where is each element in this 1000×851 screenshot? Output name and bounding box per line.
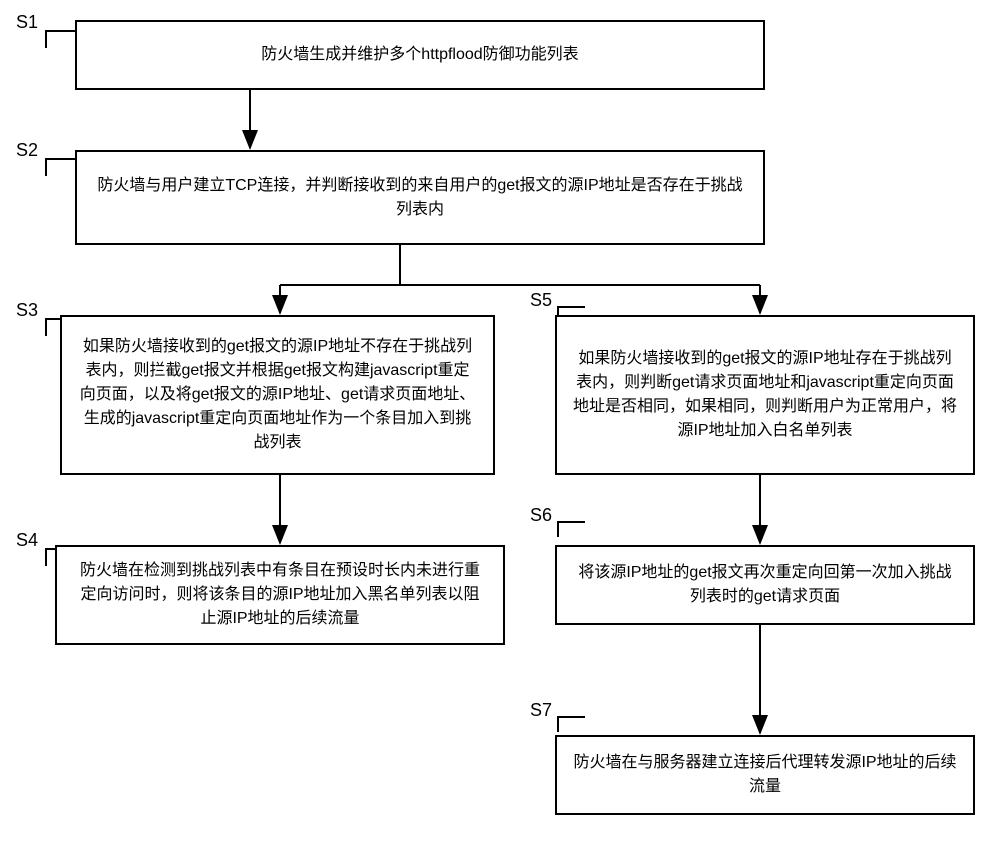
- step-text: 如果防火墙接收到的get报文的源IP地址不存在于挑战列表内，则拦截get报文并根…: [78, 335, 477, 455]
- step-text: 防火墙在与服务器建立连接后代理转发源IP地址的后续流量: [573, 751, 957, 799]
- step-box-s7: 防火墙在与服务器建立连接后代理转发源IP地址的后续流量: [555, 735, 975, 815]
- lead-line: [45, 158, 75, 176]
- step-box-s5: 如果防火墙接收到的get报文的源IP地址存在于挑战列表内，则判断get请求页面地…: [555, 315, 975, 475]
- step-label-s6: S6: [530, 505, 552, 526]
- step-label-s1: S1: [16, 12, 38, 33]
- lead-line: [557, 716, 585, 732]
- step-label-s4: S4: [16, 530, 38, 551]
- lead-line: [557, 521, 585, 537]
- step-label-s5: S5: [530, 290, 552, 311]
- step-box-s3: 如果防火墙接收到的get报文的源IP地址不存在于挑战列表内，则拦截get报文并根…: [60, 315, 495, 475]
- step-box-s2: 防火墙与用户建立TCP连接，并判断接收到的来自用户的get报文的源IP地址是否存…: [75, 150, 765, 245]
- step-label-s2: S2: [16, 140, 38, 161]
- step-label-s3: S3: [16, 300, 38, 321]
- step-text: 将该源IP地址的get报文再次重定向回第一次加入挑战列表时的get请求页面: [573, 561, 957, 609]
- step-label-s7: S7: [530, 700, 552, 721]
- step-box-s6: 将该源IP地址的get报文再次重定向回第一次加入挑战列表时的get请求页面: [555, 545, 975, 625]
- lead-line: [45, 30, 75, 48]
- step-box-s1: 防火墙生成并维护多个httpflood防御功能列表: [75, 20, 765, 90]
- step-text: 防火墙在检测到挑战列表中有条目在预设时长内未进行重定向访问时，则将该条目的源IP…: [73, 559, 487, 631]
- step-text: 防火墙与用户建立TCP连接，并判断接收到的来自用户的get报文的源IP地址是否存…: [93, 174, 747, 222]
- step-box-s4: 防火墙在检测到挑战列表中有条目在预设时长内未进行重定向访问时，则将该条目的源IP…: [55, 545, 505, 645]
- step-text: 如果防火墙接收到的get报文的源IP地址存在于挑战列表内，则判断get请求页面地…: [573, 347, 957, 443]
- step-text: 防火墙生成并维护多个httpflood防御功能列表: [261, 43, 578, 67]
